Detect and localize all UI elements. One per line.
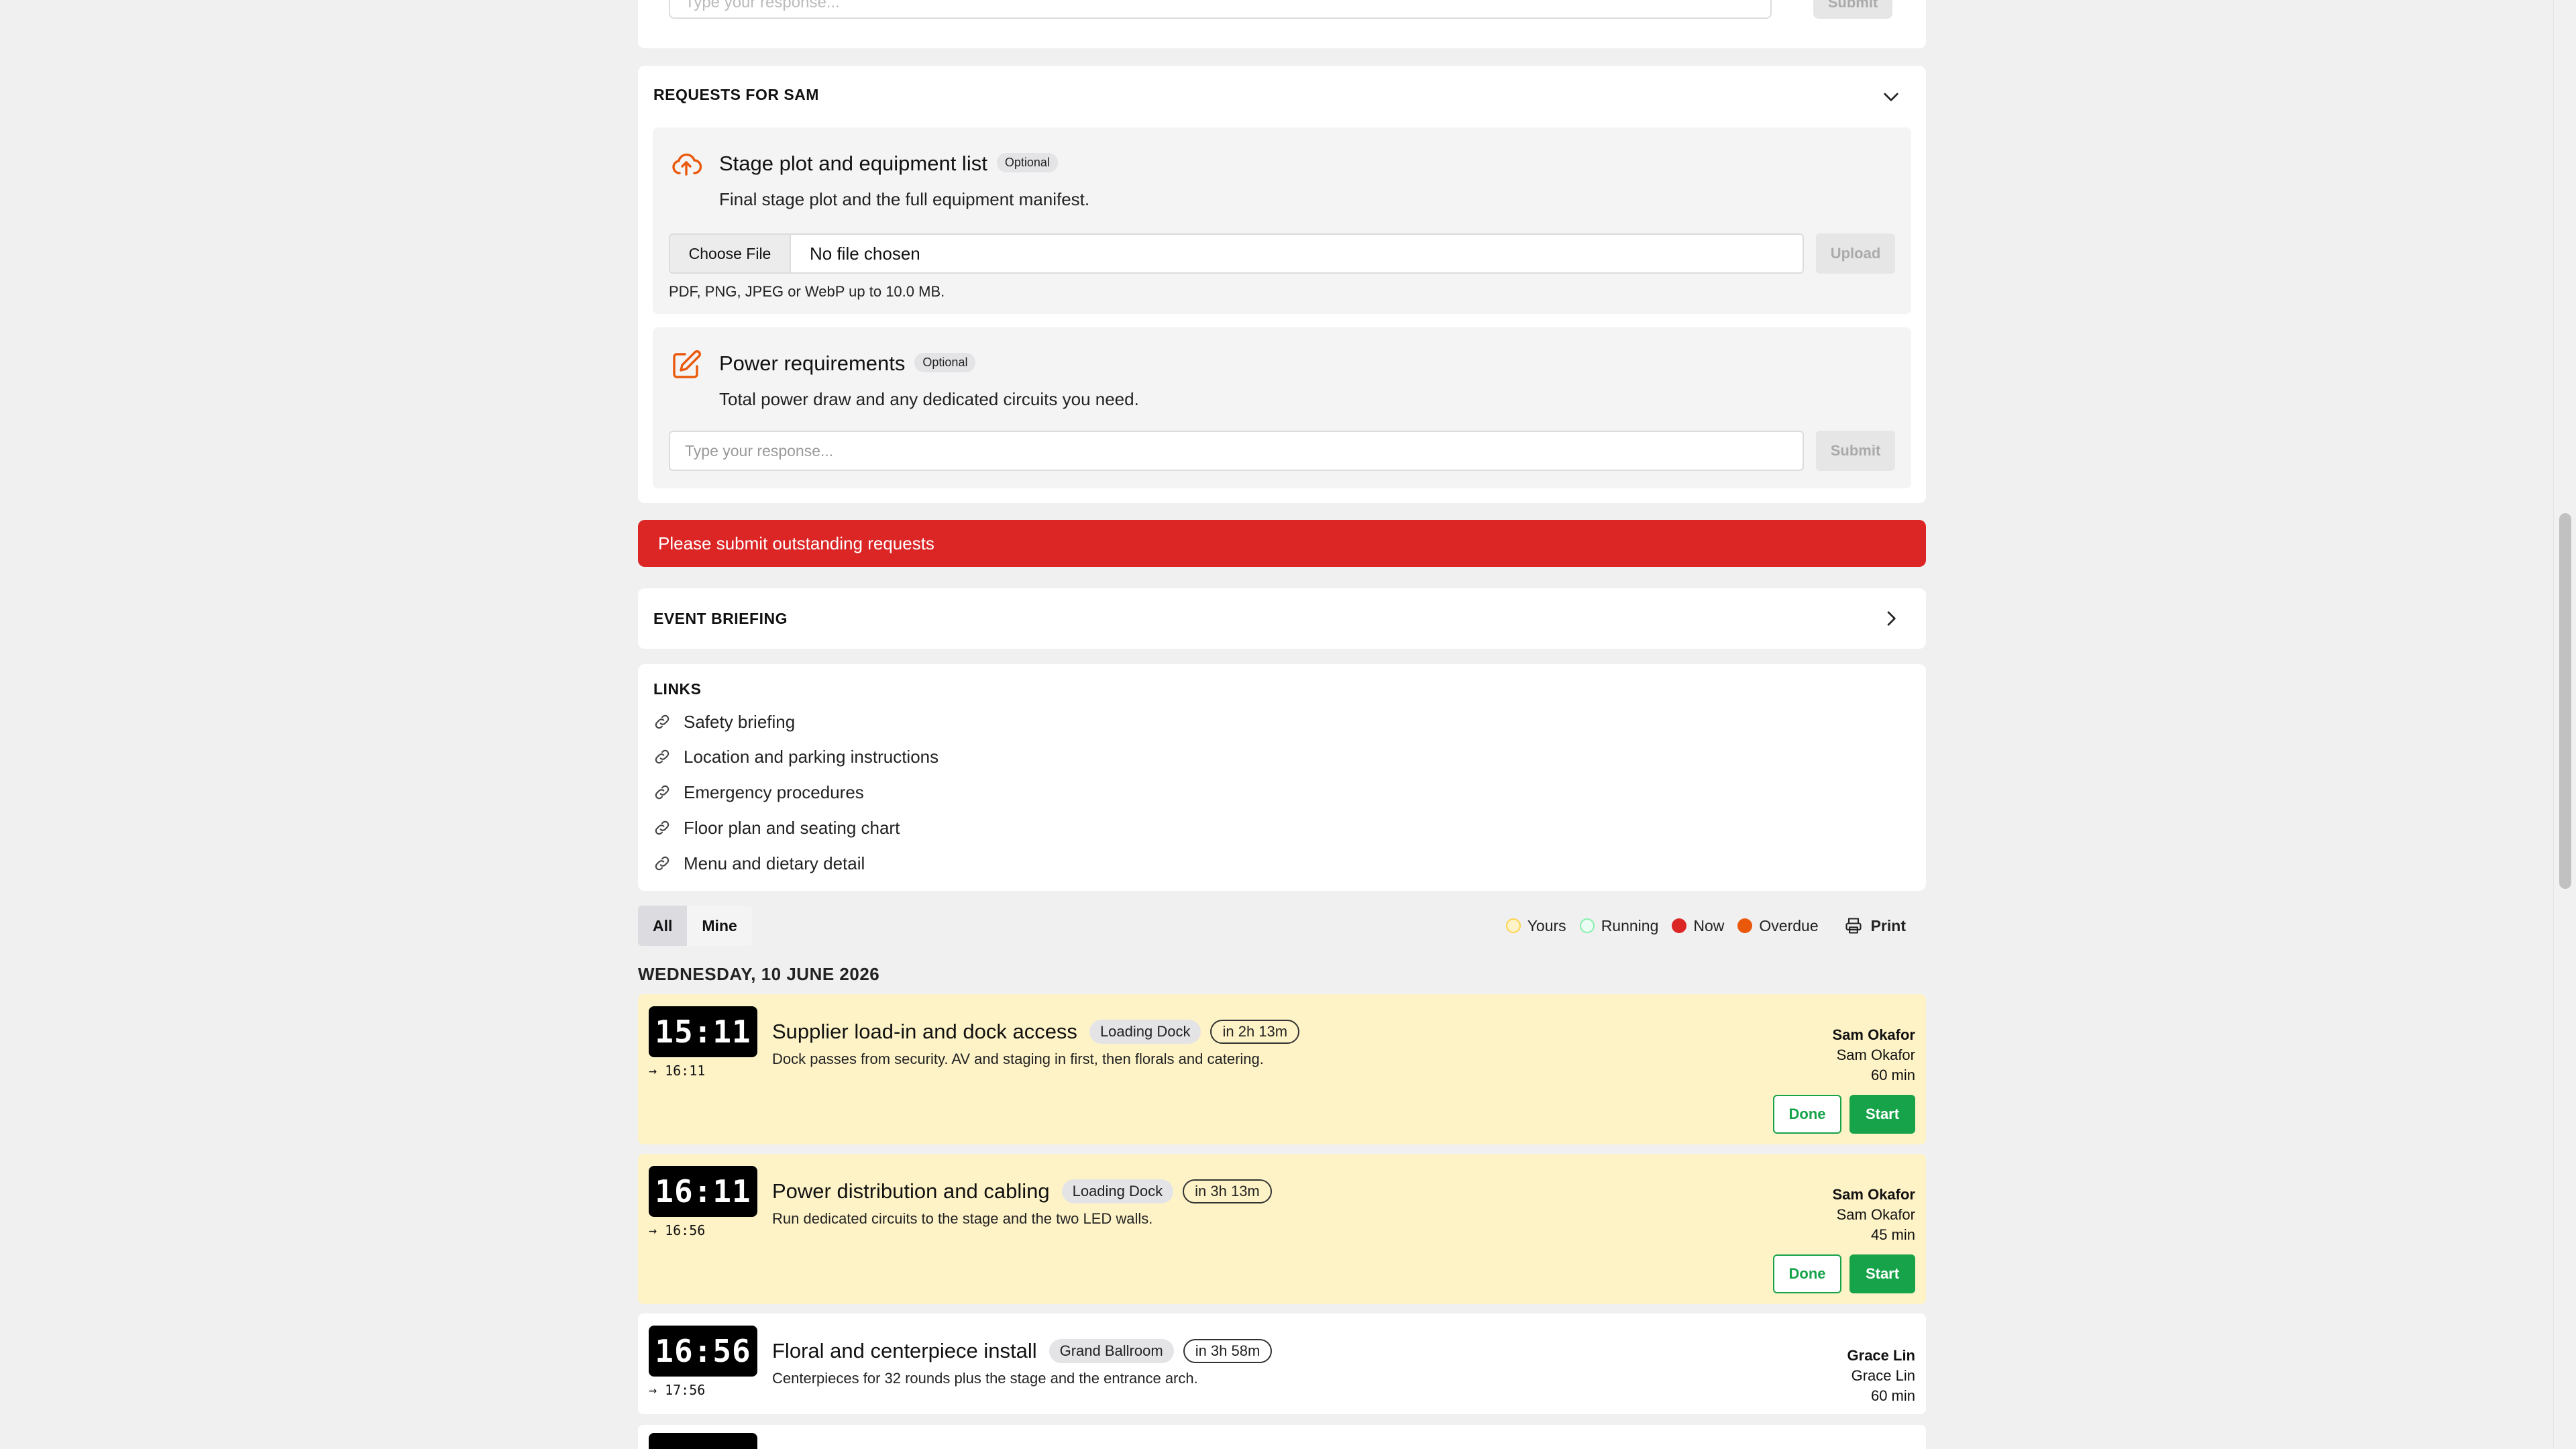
done-button[interactable]: Done [1773, 1254, 1841, 1293]
location-tag: Loading Dock [1061, 1179, 1174, 1203]
schedule-filter: All Mine [638, 906, 752, 946]
link-icon [655, 749, 669, 764]
previous-response-input[interactable]: Type your response... [669, 0, 1772, 19]
start-button[interactable]: Start [1849, 1254, 1915, 1293]
legend-now: Now [1672, 917, 1724, 935]
schedule-event[interactable]: 15:11 → 16:11 Supplier load-in and dock … [638, 994, 1926, 1144]
link-icon [655, 820, 669, 835]
cloud-upload-icon [672, 153, 702, 176]
event-title: Floral and centerpiece install Grand Ball… [772, 1339, 1273, 1363]
event-description: Run dedicated circuits to the stage and … [772, 1210, 1153, 1227]
link-label[interactable]: Safety briefing [684, 712, 795, 733]
chevron-right-icon[interactable] [1880, 608, 1902, 629]
event-title: Supplier load-in and dock access Loading … [772, 1020, 1300, 1044]
request-title: Power requirements Optional [719, 352, 976, 376]
eta-badge: in 3h 13m [1183, 1179, 1272, 1203]
event-start-time: 16:11 [649, 1166, 757, 1217]
pencil-square-icon [673, 350, 701, 378]
link-label[interactable]: Emergency procedures [684, 782, 864, 803]
link-label[interactable]: Menu and dietary detail [684, 853, 865, 874]
event-end-time: → 17:56 [649, 1382, 706, 1398]
submit-button[interactable]: Submit [1816, 431, 1895, 471]
optional-badge: Optional [914, 353, 976, 373]
link-location-parking[interactable]: Location and parking instructions [653, 746, 938, 767]
page-scrollbar[interactable] [2553, 0, 2576, 1449]
printer-icon [1845, 918, 1862, 934]
event-owner: Sam Okafor Sam Okafor 60 min [1832, 1026, 1916, 1083]
request-stage-plot: Stage plot and equipment list Optional Fi… [653, 127, 1911, 314]
link-icon [655, 856, 669, 871]
location-tag: Loading Dock [1089, 1020, 1201, 1044]
optional-badge: Optional [996, 153, 1058, 173]
event-start-time [649, 1433, 757, 1449]
legend-overdue: Overdue [1737, 917, 1819, 935]
schedule-event[interactable]: 16:11 → 16:56 Power distribution and cab… [638, 1154, 1926, 1304]
event-description: Dock passes from security. AV and stagin… [772, 1051, 1264, 1067]
event-briefing-section[interactable]: EVENT BRIEFING [638, 588, 1926, 649]
request-title: Stage plot and equipment list Optional [719, 152, 1058, 176]
event-start-time: 16:56 [649, 1326, 757, 1377]
print-button[interactable]: Print [1844, 916, 1906, 935]
link-label[interactable]: Location and parking instructions [684, 747, 938, 767]
location-tag: Grand Ballroom [1049, 1339, 1174, 1363]
request-power-requirements: Power requirements Optional Total power d… [653, 327, 1911, 488]
event-owner: Grace Lin Grace Lin 60 min [1847, 1347, 1915, 1404]
schedule-event-partial[interactable] [638, 1425, 1926, 1449]
requests-heading: REQUESTS FOR SAM [653, 86, 819, 103]
legend-running: Running [1579, 917, 1658, 935]
link-emergency-procedures[interactable]: Emergency procedures [653, 782, 864, 803]
request-description: Final stage plot and the full equipment … [719, 189, 1090, 209]
link-icon [655, 785, 669, 800]
links-heading: LINKS [653, 680, 702, 698]
scrollbar-thumb[interactable] [2559, 513, 2571, 889]
legend-yours: Yours [1505, 917, 1566, 935]
eta-badge: in 2h 13m [1210, 1020, 1300, 1044]
link-safety-briefing[interactable]: Safety briefing [653, 711, 795, 733]
event-owner: Sam Okafor Sam Okafor 45 min [1832, 1186, 1916, 1243]
link-floor-plan[interactable]: Floor plan and seating chart [653, 817, 900, 839]
schedule-event[interactable]: 16:56 → 17:56 Floral and centerpiece ins… [638, 1313, 1926, 1414]
requests-section: REQUESTS FOR SAM Stage plot and equipmen… [638, 66, 1926, 503]
eta-badge: in 3h 58m [1183, 1339, 1273, 1363]
done-button[interactable]: Done [1773, 1095, 1841, 1134]
previous-request-card: Type your response... Submit [638, 0, 1926, 48]
event-title: Power distribution and cabling Loading Do… [772, 1179, 1272, 1203]
response-input[interactable]: Type your response... [669, 431, 1804, 471]
file-status: No file chosen [810, 244, 920, 264]
filter-all-button[interactable]: All [638, 906, 688, 946]
link-label[interactable]: Floor plan and seating chart [684, 818, 900, 839]
file-hint: PDF, PNG, JPEG or WebP up to 10.0 MB. [669, 283, 945, 300]
links-section: LINKS Safety briefing Location and parki… [638, 664, 1926, 891]
event-end-time: → 16:56 [649, 1222, 706, 1238]
chevron-down-icon[interactable] [1880, 86, 1902, 107]
event-description: Centerpieces for 32 rounds plus the stag… [772, 1370, 1198, 1387]
link-menu-dietary[interactable]: Menu and dietary detail [653, 853, 865, 874]
event-start-time: 15:11 [649, 1006, 757, 1057]
schedule-day-heading: WEDNESDAY, 10 JUNE 2026 [638, 964, 880, 984]
upload-button[interactable]: Upload [1816, 233, 1895, 274]
status-legend: Yours Running Now Overdue Print [1493, 906, 1926, 946]
file-input[interactable]: Choose File No file chosen [669, 233, 1804, 274]
outstanding-requests-alert: Please submit outstanding requests [638, 520, 1926, 567]
request-description: Total power draw and any dedicated circu… [719, 389, 1139, 409]
link-icon [655, 714, 669, 729]
filter-mine-button[interactable]: Mine [687, 906, 751, 946]
previous-submit-button[interactable]: Submit [1813, 0, 1892, 19]
start-button[interactable]: Start [1849, 1095, 1915, 1134]
choose-file-button[interactable]: Choose File [670, 235, 791, 272]
briefing-heading: EVENT BRIEFING [653, 610, 788, 627]
event-end-time: → 16:11 [649, 1063, 706, 1079]
